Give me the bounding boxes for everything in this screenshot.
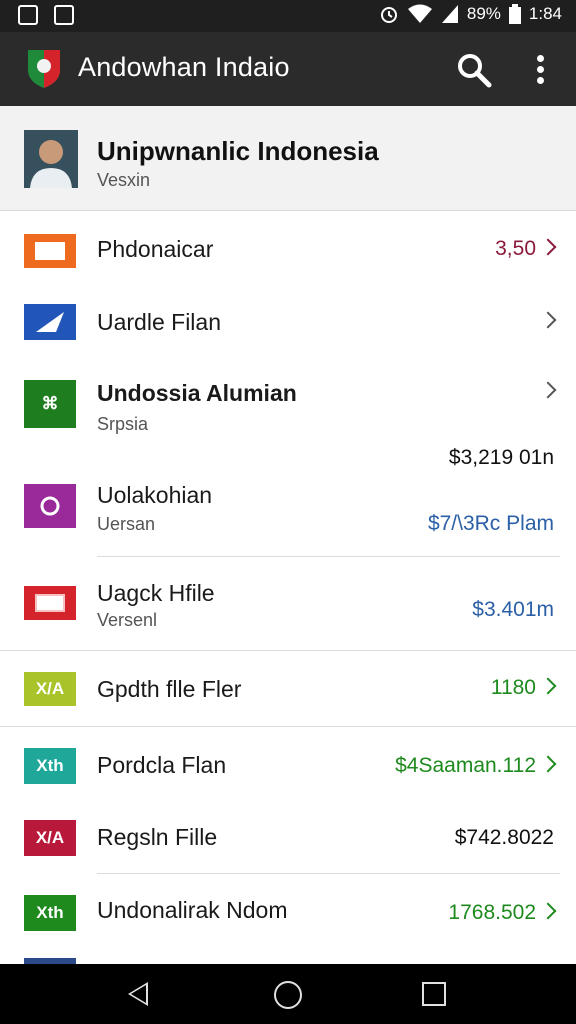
list-item-label: Uolakohian [97, 482, 213, 508]
search-icon[interactable] [456, 52, 492, 88]
list-item-label: Phdonaicar [97, 236, 214, 262]
list-item-label: Pordcla Flan [97, 752, 227, 778]
list-item-label: Undonalirak Ndom [97, 897, 288, 923]
list-item-value: 1180 [491, 676, 557, 700]
excel-file-icon: Xth [24, 748, 76, 784]
list-item[interactable]: X/A Gpdth flle Fler 1180 [0, 652, 576, 726]
list-item-chevron [536, 380, 557, 404]
chevron-right-icon [539, 381, 557, 399]
list-item[interactable]: Xth Pordcla Flan $4Saaman.112 [0, 728, 576, 802]
excel-file-icon: Xth [24, 895, 76, 931]
chevron-right-icon [539, 755, 557, 773]
chevron-right-icon [539, 238, 557, 256]
chevron-right-icon [539, 902, 557, 920]
more-vert-icon[interactable] [530, 52, 550, 88]
file-icon [24, 304, 76, 340]
excel-file-icon: X/A [24, 820, 76, 856]
file-icon: ⌘ [24, 380, 76, 428]
alarm-icon [380, 7, 397, 23]
divider [0, 650, 576, 651]
list-item[interactable]: Xth Undonalirak Ndom 1768.502 [0, 875, 576, 955]
list-item-value: 1768.502 [448, 901, 557, 925]
battery-percent: 89% [466, 4, 501, 23]
list-item[interactable]: X/A Regsln Fille $742.8022 [0, 802, 576, 872]
divider [0, 726, 576, 727]
list-item-value-secondary: $3,219 01n [448, 446, 554, 469]
wifi-icon [407, 4, 432, 23]
image-icon [18, 5, 38, 25]
avatar [24, 130, 78, 188]
list-item-value: $742.8022 [454, 826, 554, 849]
profile-subtitle: Vesxin [97, 170, 151, 190]
home-icon[interactable] [274, 981, 302, 1009]
system-nav-bar [0, 964, 576, 1024]
list-item-subtitle: Versenl [97, 610, 158, 630]
file-icon [24, 484, 76, 528]
list-item-chevron [536, 310, 557, 334]
list-item[interactable]: $3,219 01n Uolakohian Uersan $7/\3Rc Pla… [0, 446, 576, 556]
battery-icon [508, 4, 521, 24]
list-item-subtitle: Uersan [97, 514, 156, 534]
list-item[interactable]: ⌘ Undossia Alumian Srpsia [0, 358, 576, 450]
list-item-value: $4Saaman.112 [395, 754, 557, 778]
excel-file-icon: X/A [24, 672, 76, 706]
signal-icon [441, 5, 458, 23]
list-item-label: Gpdth flle Fler [97, 676, 242, 702]
app-title: Andowhan Indaio [78, 52, 290, 82]
list-item-label: Uardle Filan [97, 309, 221, 335]
recents-icon[interactable] [422, 982, 446, 1006]
back-icon[interactable] [128, 982, 148, 1006]
gallery-icon [54, 5, 74, 25]
list-item-label: Regsln Fille [97, 824, 218, 850]
profile-header[interactable]: Unipwnanlic Indonesia Vesxin [0, 106, 576, 211]
divider [97, 873, 560, 874]
app-logo-icon [28, 50, 60, 88]
list-item[interactable]: Phdonaicar 3,50 [0, 210, 576, 288]
list-item-value: $3.401m [472, 598, 554, 621]
status-time: 1:84 [528, 4, 562, 23]
list-item-value: $7/\3Rc Plam [427, 512, 554, 535]
list-item[interactable]: Uardle Filan [0, 288, 576, 358]
list-item-label: Uagck Hfile [97, 580, 215, 606]
file-icon [24, 586, 76, 620]
status-bar: 89% 1:84 [0, 0, 576, 32]
chevron-right-icon [539, 677, 557, 695]
profile-name: Unipwnanlic Indonesia [97, 136, 379, 166]
file-icon [24, 234, 76, 268]
app-bar: Andowhan Indaio [0, 32, 576, 106]
divider [97, 556, 560, 557]
list-item-subtitle: Srpsia [97, 414, 149, 434]
chevron-right-icon [539, 311, 557, 329]
list-item[interactable]: Uagck Hfile Versenl $3.401m [0, 558, 576, 650]
list-item-value: 3,50 [495, 237, 557, 261]
list-item-label: Undossia Alumian [97, 380, 297, 406]
